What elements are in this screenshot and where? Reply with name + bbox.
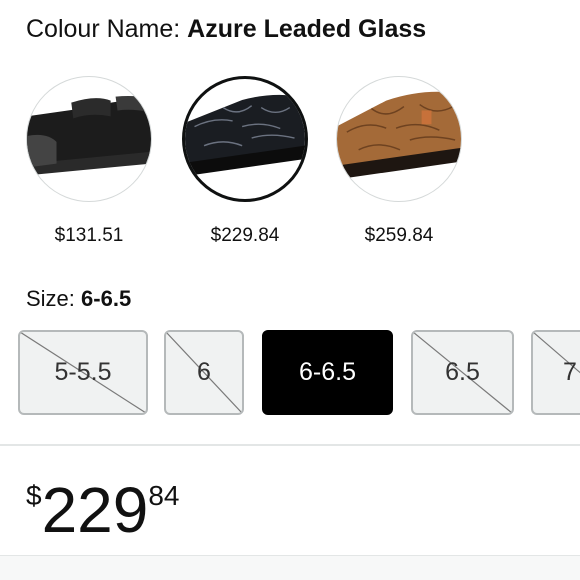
size-option-5-5.5[interactable]: 5-5.5 xyxy=(18,330,148,415)
swatch-price: $259.84 xyxy=(364,225,434,246)
price-currency-symbol: $ xyxy=(26,480,42,511)
size-option-label: 5-5.5 xyxy=(54,358,112,386)
bottom-section-band xyxy=(0,555,580,580)
swatch-price: $131.51 xyxy=(54,225,124,246)
colour-name-heading: Colour Name: Azure Leaded Glass xyxy=(26,14,426,44)
size-value: 6-6.5 xyxy=(81,286,132,311)
product-price: $22984 xyxy=(26,472,180,548)
colour-name-value: Azure Leaded Glass xyxy=(187,15,427,43)
section-divider xyxy=(0,444,580,446)
colour-name-label: Colour Name: xyxy=(26,15,188,43)
size-option-6.5[interactable]: 6.5 xyxy=(411,330,514,415)
price-fraction: 84 xyxy=(148,480,180,511)
size-label: Size: xyxy=(26,286,82,311)
size-option-label: 6 xyxy=(197,358,211,386)
swatch-price: $229.84 xyxy=(210,225,280,246)
size-option-7[interactable]: 7 xyxy=(531,330,580,415)
size-option-label: 6-6.5 xyxy=(299,358,356,386)
price-whole: 229 xyxy=(41,474,149,546)
colour-swatch-black-suede[interactable]: $131.51 xyxy=(24,76,154,248)
tan-tooled-shoe-image xyxy=(337,91,461,180)
leaded-glass-shoe-image xyxy=(185,94,305,177)
size-heading: Size: 6-6.5 xyxy=(26,285,131,313)
size-option-6-6.5[interactable]: 6-6.5 xyxy=(262,330,393,415)
black-suede-shoe-image xyxy=(27,96,151,176)
size-option-label: 6.5 xyxy=(445,358,480,386)
colour-swatch-leaded-glass[interactable]: $229.84 xyxy=(180,76,310,248)
shoe-thumbnail-tan-tooled xyxy=(336,76,462,202)
colour-swatch-tan-tooled[interactable]: $259.84 xyxy=(334,76,464,248)
shoe-thumbnail-leaded-glass xyxy=(182,76,308,202)
size-option-6[interactable]: 6 xyxy=(164,330,244,415)
shoe-thumbnail-black-suede xyxy=(26,76,152,202)
size-option-label: 7 xyxy=(563,358,577,386)
